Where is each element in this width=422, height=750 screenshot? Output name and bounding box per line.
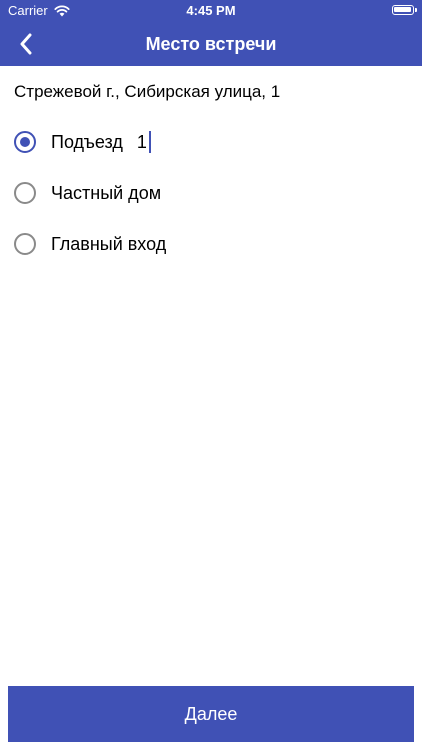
text-cursor xyxy=(148,131,151,153)
entrance-number-input[interactable]: 1 xyxy=(137,131,151,153)
next-button[interactable]: Далее xyxy=(8,686,414,742)
top-bar: Carrier 4:45 PM Место встречи xyxy=(0,0,422,66)
option-private-house-label: Частный дом xyxy=(51,182,162,203)
screen: Carrier 4:45 PM Место встречи Стрежевой … xyxy=(0,0,422,750)
option-private-house[interactable]: Частный дом xyxy=(14,178,161,208)
radio-private-house[interactable] xyxy=(14,182,36,204)
address-text: Стрежевой г., Сибирская улица, 1 xyxy=(14,82,281,101)
radio-entrance[interactable] xyxy=(14,131,36,153)
back-button[interactable] xyxy=(10,28,42,60)
option-main-entrance-label: Главный вход xyxy=(51,233,167,254)
page-title: Место встречи xyxy=(145,34,277,54)
entrance-number-value: 1 xyxy=(136,131,147,152)
chevron-left-icon xyxy=(20,33,32,55)
status-time: 4:45 PM xyxy=(186,3,236,18)
option-entrance-label: Подъезд xyxy=(51,131,123,152)
nav-bar: Место встречи xyxy=(0,22,422,66)
status-bar: Carrier 4:45 PM xyxy=(0,0,422,22)
option-main-entrance[interactable]: Главный вход xyxy=(14,229,166,259)
radio-main-entrance[interactable] xyxy=(14,233,36,255)
option-entrance[interactable]: Подъезд 1 xyxy=(14,127,151,157)
battery-icon xyxy=(392,5,417,15)
